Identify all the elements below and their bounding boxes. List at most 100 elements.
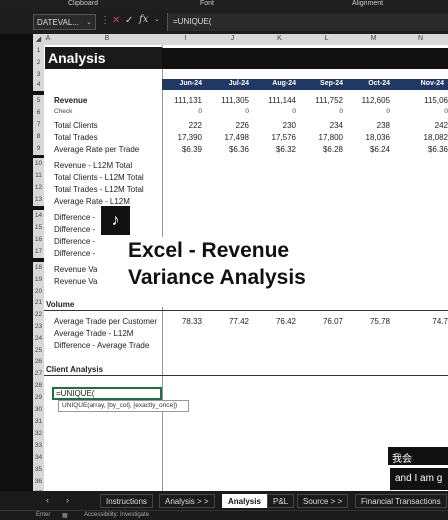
row-label-revenue[interactable]: Revenue: [54, 96, 87, 105]
value-cell[interactable]: $6.32: [256, 145, 296, 154]
row-header[interactable]: 34: [33, 452, 44, 464]
value-cell[interactable]: 222: [162, 121, 202, 130]
row-header[interactable]: 10: [33, 158, 44, 170]
tab-instructions[interactable]: Instructions: [100, 494, 153, 508]
cancel-icon[interactable]: ✕: [112, 15, 120, 26]
row-header[interactable]: 4: [33, 79, 44, 91]
name-box[interactable]: DATEVAL... ⌄: [33, 14, 96, 30]
row-header[interactable]: 17: [33, 246, 44, 258]
row-label-diff-avg-trade[interactable]: Difference - Average Trade: [54, 341, 149, 350]
row-header[interactable]: 6: [33, 107, 44, 119]
value-cell[interactable]: 17,498: [209, 133, 249, 142]
row-label-revenue-variance[interactable]: Revenue Va: [54, 265, 97, 274]
tab-financial-transactions[interactable]: Financial Transactions: [355, 494, 447, 508]
tab-pl[interactable]: P&L: [267, 494, 295, 508]
row-header[interactable]: 33: [33, 440, 44, 452]
row-header[interactable]: 21: [33, 297, 44, 309]
row-header[interactable]: 8: [33, 131, 44, 143]
tab-scroll-right-icon[interactable]: ›: [66, 495, 69, 505]
row-header[interactable]: 13: [33, 194, 44, 206]
row-label-difference[interactable]: Difference -: [54, 213, 95, 222]
row-header[interactable]: 23: [33, 321, 44, 333]
row-header[interactable]: 36: [33, 476, 44, 488]
row-label-avg-trade-customer[interactable]: Average Trade per Customer: [54, 317, 157, 326]
fx-icon[interactable]: fx: [139, 14, 148, 25]
value-cell[interactable]: 18,082: [397, 133, 448, 142]
value-cell[interactable]: $6.36: [209, 145, 249, 154]
row-header[interactable]: 35: [33, 464, 44, 476]
row-header[interactable]: 1: [33, 45, 44, 57]
value-cell[interactable]: 0: [256, 108, 296, 115]
tab-analysis[interactable]: Analysis: [222, 494, 267, 508]
row-label-clients-l12m[interactable]: Total Clients - L12M Total: [54, 173, 144, 182]
row-header[interactable]: 28: [33, 380, 44, 392]
value-cell[interactable]: 78.33: [162, 317, 202, 326]
value-cell[interactable]: $6.28: [303, 145, 343, 154]
column-header-m[interactable]: M: [350, 35, 397, 42]
row-header[interactable]: 15: [33, 222, 44, 234]
value-cell[interactable]: 17,390: [162, 133, 202, 142]
value-cell[interactable]: $6.24: [350, 145, 390, 154]
column-header-l[interactable]: L: [303, 35, 350, 42]
value-cell[interactable]: 75.78: [350, 317, 390, 326]
value-cell[interactable]: 111,305: [209, 96, 249, 105]
column-header-b[interactable]: B: [52, 35, 162, 42]
value-cell[interactable]: 0: [303, 108, 343, 115]
row-label-revenue-variance[interactable]: Revenue Va: [54, 277, 97, 286]
value-cell[interactable]: 74.7: [397, 317, 448, 326]
value-cell[interactable]: 230: [256, 121, 296, 130]
chevron-down-icon[interactable]: ⌄: [154, 15, 160, 23]
row-label-difference[interactable]: Difference -: [54, 249, 95, 258]
row-header[interactable]: 29: [33, 392, 44, 404]
accessibility-status[interactable]: Accessibility: Investigate: [84, 512, 149, 518]
tab-source[interactable]: Source > >: [297, 494, 349, 508]
value-cell[interactable]: 0: [209, 108, 249, 115]
macro-icon[interactable]: ▦: [62, 512, 68, 519]
section-volume[interactable]: Volume: [46, 300, 74, 309]
active-cell-input[interactable]: =UNIQUE(: [52, 387, 162, 400]
confirm-icon[interactable]: ✓: [125, 15, 133, 26]
value-cell[interactable]: 112,605: [350, 96, 390, 105]
row-header[interactable]: 2: [33, 57, 44, 69]
value-cell[interactable]: $6.36: [397, 145, 448, 154]
value-cell[interactable]: 115,06: [397, 96, 448, 105]
row-header[interactable]: 9: [33, 143, 44, 155]
value-cell[interactable]: 18,036: [350, 133, 390, 142]
tab-scroll-left-icon[interactable]: ‹: [46, 495, 49, 505]
column-header-a[interactable]: A: [44, 35, 52, 42]
row-label-total-clients[interactable]: Total Clients: [54, 121, 98, 130]
tab-analysis-arrow[interactable]: Analysis > >: [159, 494, 215, 508]
section-client-analysis[interactable]: Client Analysis: [46, 365, 103, 374]
row-header[interactable]: 16: [33, 234, 44, 246]
row-label-avg-trade-l12m[interactable]: Average Trade - L12M: [54, 329, 133, 338]
row-header[interactable]: 7: [33, 119, 44, 131]
row-header[interactable]: 24: [33, 333, 44, 345]
row-label-trades-l12m[interactable]: Total Trades - L12M Total: [54, 185, 144, 194]
value-cell[interactable]: 76.42: [256, 317, 296, 326]
select-all-corner[interactable]: ◢: [33, 35, 44, 43]
row-header[interactable]: 14: [33, 210, 44, 222]
row-header[interactable]: 11: [33, 170, 44, 182]
row-header[interactable]: 32: [33, 428, 44, 440]
row-label-difference[interactable]: Difference -: [54, 225, 95, 234]
value-cell[interactable]: 77.42: [209, 317, 249, 326]
value-cell[interactable]: 0: [397, 108, 448, 115]
row-header[interactable]: 27: [33, 368, 44, 380]
function-tooltip[interactable]: UNIQUE(array, [by_col], [exactly_once]): [58, 400, 189, 412]
row-header[interactable]: 12: [33, 182, 44, 194]
column-header-k[interactable]: K: [256, 35, 303, 42]
row-header[interactable]: 19: [33, 274, 44, 286]
chevron-down-icon[interactable]: ⌄: [86, 18, 92, 26]
row-label-difference[interactable]: Difference -: [54, 237, 95, 246]
value-cell[interactable]: 0: [350, 108, 390, 115]
value-cell[interactable]: 17,576: [256, 133, 296, 142]
value-cell[interactable]: 234: [303, 121, 343, 130]
row-header[interactable]: 31: [33, 416, 44, 428]
value-cell[interactable]: 111,131: [162, 96, 202, 105]
row-label-avg-rate-l12m[interactable]: Average Rate - L12M: [54, 197, 130, 206]
row-label-check[interactable]: Check: [54, 108, 72, 115]
row-header[interactable]: 30: [33, 404, 44, 416]
column-header-i[interactable]: I: [162, 35, 209, 42]
column-header-j[interactable]: J: [209, 35, 256, 42]
row-label-average-rate[interactable]: Average Rate per Trade: [54, 145, 139, 154]
